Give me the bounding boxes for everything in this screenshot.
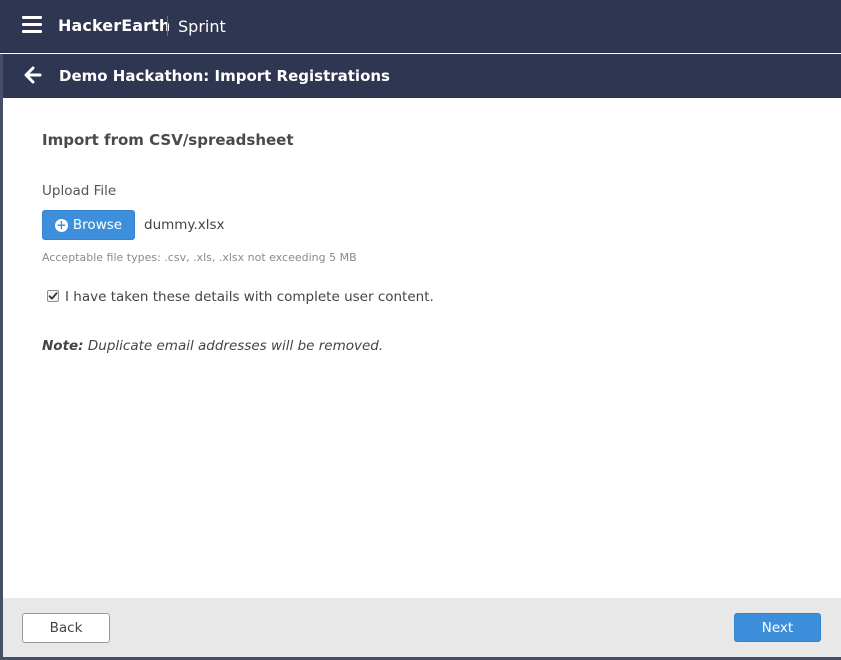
back-arrow-icon[interactable] bbox=[24, 66, 42, 84]
checkmark-icon bbox=[48, 292, 58, 300]
upload-file-label: Upload File bbox=[42, 183, 117, 199]
next-button[interactable]: Next bbox=[734, 613, 821, 642]
import-form: Import from CSV/spreadsheet Upload File … bbox=[0, 98, 841, 598]
page-title: Demo Hackathon: Import Registrations bbox=[59, 67, 390, 85]
consent-checkbox[interactable] bbox=[47, 290, 59, 302]
plus-circle-icon: + bbox=[54, 218, 68, 232]
note-label: Note: bbox=[42, 338, 84, 354]
section-title: Import from CSV/spreadsheet bbox=[42, 131, 294, 149]
note-text: Duplicate email addresses will be remove… bbox=[83, 338, 384, 354]
browse-button-label: Browse bbox=[72, 217, 123, 233]
file-type-hint: Acceptable file types: .csv, .xls, .xlsx… bbox=[42, 251, 357, 264]
product-name: Sprint bbox=[178, 17, 226, 36]
brand-name[interactable]: HackerEarth bbox=[58, 16, 170, 35]
top-navbar: HackerEarth Sprint bbox=[0, 0, 841, 53]
hamburger-menu-icon[interactable] bbox=[22, 16, 42, 34]
brand-divider bbox=[167, 16, 168, 36]
footer-bar: Back Next bbox=[0, 598, 841, 660]
consent-label[interactable]: I have taken these details with complete… bbox=[65, 289, 434, 305]
browse-button[interactable]: + Browse bbox=[42, 210, 135, 240]
selected-file-name: dummy.xlsx bbox=[144, 217, 225, 233]
back-button[interactable]: Back bbox=[22, 613, 110, 643]
page-header-bar: Demo Hackathon: Import Registrations bbox=[0, 54, 841, 98]
duplicate-note: Note: Duplicate email addresses will be … bbox=[42, 338, 383, 354]
